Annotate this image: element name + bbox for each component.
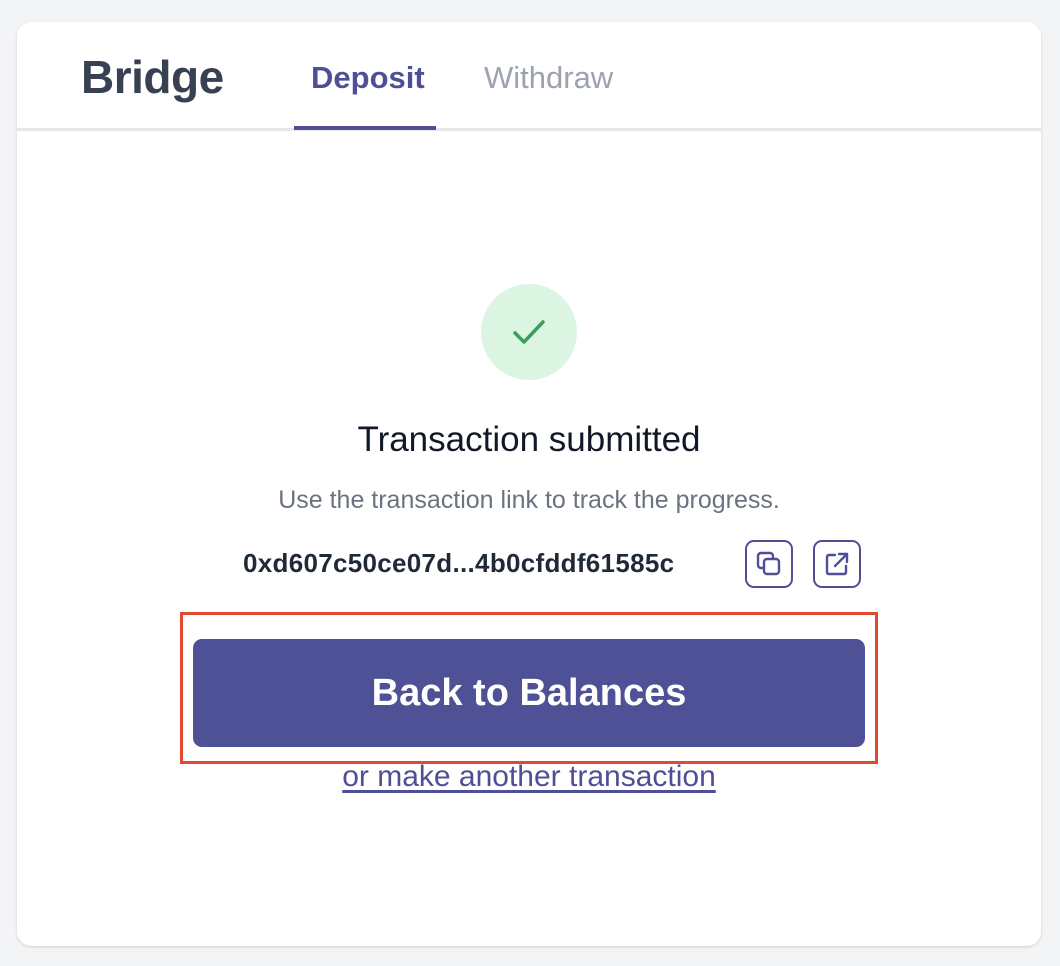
status-title: Transaction submitted xyxy=(357,420,701,459)
copy-hash-button[interactable] xyxy=(745,540,793,588)
make-another-transaction-link[interactable]: or make another transaction xyxy=(17,760,1041,794)
open-explorer-button[interactable] xyxy=(813,540,861,588)
copy-icon xyxy=(756,551,781,576)
page-title: Bridge xyxy=(81,51,224,103)
bridge-card: Bridge Deposit Withdraw Transaction subm… xyxy=(17,22,1041,946)
status-subtitle: Use the transaction link to track the pr… xyxy=(278,486,780,514)
back-to-balances-button[interactable]: Back to Balances xyxy=(193,639,865,747)
success-badge xyxy=(481,284,577,380)
tab-withdraw[interactable]: Withdraw xyxy=(484,60,613,96)
card-header: Bridge Deposit Withdraw xyxy=(17,22,1041,131)
active-tab-indicator xyxy=(294,126,436,130)
external-link-icon xyxy=(825,552,849,576)
check-icon xyxy=(513,320,545,344)
tab-deposit[interactable]: Deposit xyxy=(311,60,425,96)
transaction-hash: 0xd607c50ce07d...4b0cfddf61585c xyxy=(243,548,675,578)
